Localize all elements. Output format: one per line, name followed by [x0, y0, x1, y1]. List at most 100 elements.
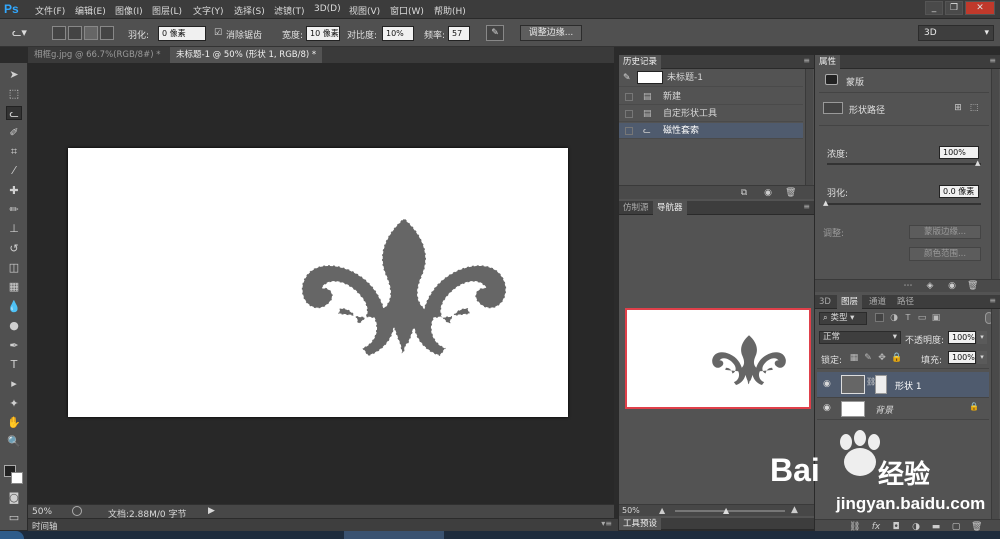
tab-paths[interactable]: 路径 [893, 295, 918, 309]
menu-view[interactable]: 视图(V) [349, 4, 380, 17]
feather-prop-input[interactable]: 0.0 像素 [939, 185, 979, 198]
menu-edit[interactable]: 编辑(E) [75, 4, 106, 17]
layer-row-selected[interactable]: ◉ ⛓ 形状 1 [817, 372, 989, 398]
filter-type-icon[interactable]: T [903, 313, 913, 323]
filter-pixel-icon[interactable] [875, 313, 884, 322]
add-pixel-mask-icon[interactable]: ⊞ [953, 103, 963, 113]
new-document-from-state-icon[interactable]: ⧉ [739, 188, 749, 198]
lock-pixels-icon[interactable]: ✎ [863, 353, 873, 363]
mask-edge-button[interactable]: 蒙版边缘... [909, 225, 981, 239]
menu-3d[interactable]: 3D(D) [314, 4, 341, 14]
layers-scrollbar[interactable] [991, 309, 999, 519]
density-slider-thumb[interactable]: ▲ [975, 159, 980, 167]
properties-scrollbar[interactable] [991, 69, 999, 279]
restore-button[interactable]: ❐ [945, 1, 963, 15]
opacity-input[interactable]: 100% [948, 331, 976, 344]
navigator-zoom-value[interactable]: 50% [622, 506, 640, 515]
vector-mask-icon[interactable] [823, 102, 843, 114]
menu-layer[interactable]: 图层(L) [152, 4, 182, 17]
pen-tool-icon[interactable]: ✒ [6, 339, 22, 353]
gradient-tool-icon[interactable]: ▦ [6, 280, 22, 294]
menu-type[interactable]: 文字(Y) [193, 4, 224, 17]
zoom-out-icon[interactable]: ▲ [659, 506, 665, 515]
tab-clone-source[interactable]: 仿制源 [619, 201, 653, 215]
panel-menu-icon[interactable]: ▾≡ [601, 519, 612, 528]
close-button[interactable]: ✕ [965, 1, 995, 15]
layer-name[interactable]: 背景 [875, 403, 893, 416]
filter-smart-icon[interactable]: ▣ [931, 313, 941, 323]
history-checkbox[interactable] [625, 127, 633, 135]
quick-mask-icon[interactable]: ◙ [6, 491, 22, 505]
refine-edge-button[interactable]: 调整边缘... [520, 25, 582, 41]
navigator-preview[interactable] [625, 308, 811, 409]
stamp-tool-icon[interactable]: ⊥ [6, 222, 22, 236]
status-arrow-icon[interactable]: ▶ [208, 506, 215, 516]
tab-properties[interactable]: 属性 [815, 55, 841, 69]
blur-tool-icon[interactable]: 💧 [6, 300, 22, 314]
visibility-eye-icon[interactable]: ◉ [947, 281, 957, 291]
frequency-input[interactable]: 57 [448, 26, 470, 41]
add-selection-icon[interactable] [68, 26, 82, 40]
status-info-icon[interactable] [72, 506, 82, 516]
feather-slider-thumb[interactable]: ▲ [823, 199, 828, 207]
fill-dropdown-icon[interactable]: ▾ [977, 351, 987, 364]
opacity-dropdown-icon[interactable]: ▾ [977, 331, 987, 344]
history-item-selected[interactable]: ᓚ 磁性套索 [619, 123, 803, 139]
lock-all-icon[interactable]: 🔒 [891, 353, 902, 363]
move-tool-icon[interactable]: ➤ [6, 68, 22, 82]
history-checkbox[interactable] [625, 93, 633, 101]
new-selection-icon[interactable] [52, 26, 66, 40]
lasso-tool-icon[interactable]: ᓚ [6, 106, 22, 120]
menu-file[interactable]: 文件(F) [35, 4, 65, 17]
lock-position-icon[interactable]: ✥ [877, 353, 887, 363]
shape-tool-icon[interactable]: ✦ [6, 397, 22, 411]
zoom-readout[interactable]: 50% [32, 507, 52, 517]
contrast-input[interactable]: 10% [382, 26, 414, 41]
marquee-tool-icon[interactable]: ⬚ [6, 87, 22, 101]
type-tool-icon[interactable]: T [6, 358, 22, 372]
eyedropper-tool-icon[interactable]: ⁄ [6, 164, 22, 178]
panel-menu-icon[interactable]: ≡ [803, 202, 810, 211]
taskbar-app[interactable] [344, 531, 444, 539]
tab-frame-doc[interactable]: 相框g.jpg @ 66.7%(RGB/8#) * [28, 47, 167, 63]
quick-select-tool-icon[interactable]: ✐ [6, 126, 22, 140]
minimize-button[interactable]: _ [925, 1, 943, 15]
tab-channels[interactable]: 通道 [865, 295, 890, 309]
add-vector-mask-icon[interactable]: ⬚ [969, 103, 979, 113]
zoom-tool-icon[interactable]: 🔍 [6, 435, 22, 449]
document-canvas[interactable] [68, 148, 568, 417]
history-scrollbar[interactable] [805, 69, 813, 185]
menu-window[interactable]: 窗口(W) [390, 4, 424, 17]
color-range-button[interactable]: 颜色范围... [909, 247, 981, 261]
start-button[interactable] [0, 531, 24, 539]
subtract-selection-icon[interactable] [84, 26, 98, 40]
feather-input[interactable]: 0 像素 [158, 26, 206, 41]
layer-name[interactable]: 形状 1 [895, 379, 922, 392]
history-item[interactable]: ▤ 自定形状工具 [619, 106, 803, 122]
eye-icon[interactable]: ◉ [823, 379, 831, 389]
filter-adjustment-icon[interactable]: ◑ [889, 313, 899, 323]
hand-tool-icon[interactable]: ✋ [6, 416, 22, 430]
eraser-tool-icon[interactable]: ◫ [6, 261, 22, 275]
fill-input[interactable]: 100% [948, 351, 976, 364]
filter-shape-icon[interactable]: ▭ [917, 313, 927, 323]
lasso-tool-preset-icon[interactable]: ᓚ▾ [12, 26, 38, 40]
tab-3d[interactable]: 3D [815, 295, 835, 309]
eye-icon[interactable]: ◉ [823, 403, 831, 413]
zoom-in-icon[interactable]: ▲ [791, 505, 798, 515]
screen-mode-icon[interactable]: ▭ [6, 511, 22, 525]
layer-filter-select[interactable]: ⌕ 类型 ▾ [819, 312, 867, 325]
path-select-tool-icon[interactable]: ▸ [6, 377, 22, 391]
pen-pressure-icon[interactable]: ✎ [486, 25, 504, 41]
tab-layers[interactable]: 图层 [837, 295, 863, 309]
tab-navigator[interactable]: 导航器 [653, 201, 687, 215]
tab-tool-presets[interactable]: 工具预设 [619, 518, 662, 530]
history-brush-icon[interactable]: ↺ [6, 242, 22, 256]
feather-slider[interactable] [827, 203, 981, 205]
antialias-checkbox[interactable]: ☑ [214, 28, 222, 38]
panel-menu-icon[interactable]: ≡ [989, 296, 996, 305]
snapshot-camera-icon[interactable]: ◉ [763, 188, 773, 198]
crop-tool-icon[interactable]: ⌗ [6, 145, 22, 159]
density-input[interactable]: 100% [939, 146, 979, 159]
intersect-selection-icon[interactable] [100, 26, 114, 40]
